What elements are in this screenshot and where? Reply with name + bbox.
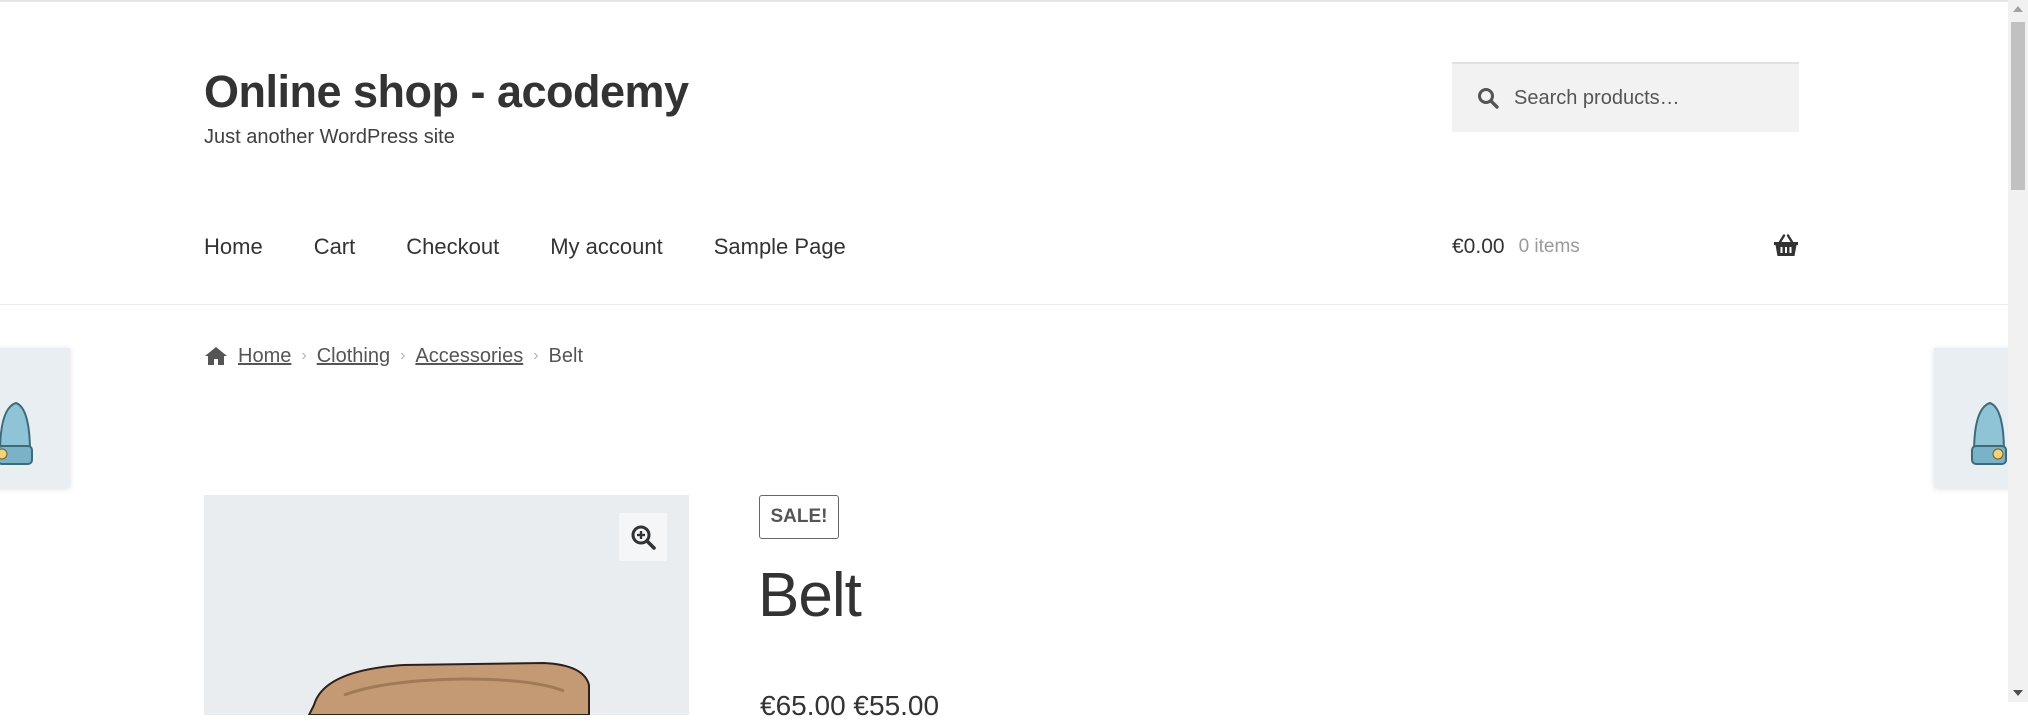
scrollbar-thumb[interactable] [2011,22,2025,190]
cart-amount[interactable]: €0.00 [1452,235,1505,259]
breadcrumb-home[interactable]: Home [238,345,291,368]
chevron-right-icon: › [301,347,307,364]
product-gallery[interactable] [204,495,689,715]
nav-item-cart[interactable]: Cart [314,234,356,260]
beanie-image [0,401,33,465]
scroll-up-icon[interactable] [2013,6,2023,12]
search-input[interactable] [1512,85,1792,111]
zoom-button[interactable] [619,513,667,561]
cart-count[interactable]: 0 items [1519,236,1580,258]
nav-item-home[interactable]: Home [204,234,263,260]
scroll-down-icon[interactable] [2013,690,2023,696]
breadcrumb-accessories[interactable]: Accessories [415,345,523,368]
breadcrumb: Home › Clothing › Accessories › Belt [204,342,583,370]
breadcrumb-clothing[interactable]: Clothing [317,345,390,368]
primary-nav: Home Cart Checkout My account Sample Pag… [204,232,897,262]
site-title[interactable]: Online shop - acodemy [204,66,689,118]
chevron-right-icon: › [400,347,406,364]
header-cart[interactable]: €0.00 0 items [1452,232,1799,262]
sale-badge: SALE! [759,495,839,539]
belt-image [307,661,590,715]
nav-item-checkout[interactable]: Checkout [406,234,499,260]
nav-item-my-account[interactable]: My account [550,234,663,260]
top-border [0,0,2008,2]
search-icon [1478,88,1499,109]
nav-item-sample-page[interactable]: Sample Page [714,234,846,260]
home-icon [205,347,227,365]
basket-icon[interactable] [1773,234,1799,258]
previous-product-thumbnail[interactable] [0,348,70,488]
product-title: Belt [758,561,862,630]
search-box[interactable] [1452,62,1799,132]
site-tagline: Just another WordPress site [204,126,455,148]
vertical-scrollbar[interactable] [2008,0,2028,702]
chevron-right-icon: › [533,347,539,364]
breadcrumb-current: Belt [548,344,584,367]
zoom-icon [631,525,656,550]
product-price: €65.00 €55.00 [760,690,940,721]
header-divider [0,304,2008,305]
